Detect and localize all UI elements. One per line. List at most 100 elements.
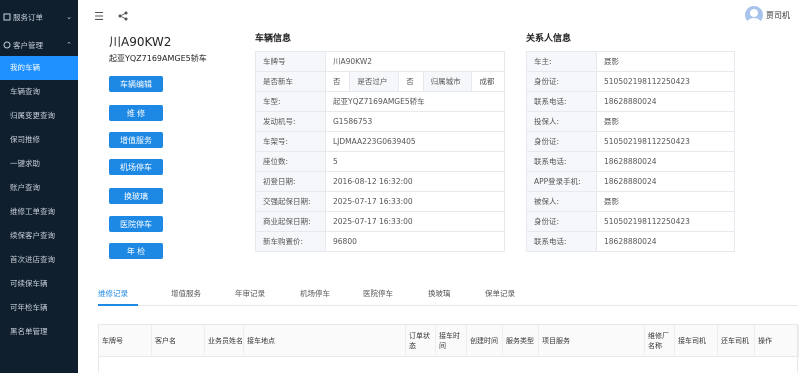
field-label: 初登日期: <box>255 171 326 192</box>
action-button[interactable]: 年 检 <box>109 243 163 259</box>
table-row: APP登录手机: 18628880024 <box>526 171 735 192</box>
records-table: 车牌号 客户名 业务员姓名 接车地点 订单状态 接车时间 创建时间 服务类型 项目服务 维修厂名称… <box>98 324 799 373</box>
sidebar-item[interactable]: 维修工单查询 <box>0 200 78 224</box>
record-tab[interactable]: 机场停车 <box>300 288 330 299</box>
field-value: 聂影 <box>596 111 735 132</box>
field-value: 成都 <box>471 71 505 92</box>
column-header: 接车地点 <box>244 325 406 357</box>
record-tab[interactable]: 维修记录 <box>98 288 128 299</box>
action-button[interactable]: 医院停车 <box>109 216 163 232</box>
table-row: 商业起保日期: 2025-07-17 16:33:00 <box>255 211 505 232</box>
field-label: 发动机号: <box>255 111 326 132</box>
column-header: 创建时间 <box>467 325 503 357</box>
table-row: 车主: 聂影 <box>526 51 735 72</box>
vehicle-info-table: 车牌号 川A90KW2 是否新车 否 是否过户 否 归属城市 成都 车型: 起亚Y… <box>255 51 505 252</box>
field-value: 18628880024 <box>596 151 735 172</box>
field-value: 510502198112250423 <box>596 71 735 92</box>
sidebar-item[interactable]: 归属变更查询 <box>0 104 78 128</box>
table-row: 身份证: 510502198112250423 <box>526 211 735 232</box>
table-row: 联系电话: 18628880024 <box>526 151 735 172</box>
field-value: G1586753 <box>325 111 505 132</box>
chevron-up-icon: ⌃ <box>66 41 72 49</box>
sidebar-item[interactable]: 账户查询 <box>0 176 78 200</box>
table-row: 是否新车 否 是否过户 否 归属城市 成都 <box>255 71 505 92</box>
field-value: 510502198112250423 <box>596 211 735 232</box>
sidebar-item[interactable]: 一键求助 <box>0 152 78 176</box>
field-label: 车架号: <box>255 131 326 152</box>
field-label: 投保人: <box>526 111 597 132</box>
record-tab[interactable]: 换玻璃 <box>428 288 451 299</box>
field-label: 身份证: <box>526 211 597 232</box>
sidebar-item[interactable]: 首次进店查询 <box>0 248 78 272</box>
field-value: 18628880024 <box>596 231 735 252</box>
table-row: 联系电话: 18628880024 <box>526 91 735 112</box>
field-value: 5 <box>325 151 505 172</box>
sidebar-item[interactable]: 我的车辆 <box>0 56 78 80</box>
sidebar-item[interactable]: 黑名单管理 <box>0 320 78 344</box>
user-menu[interactable]: 贾司机 <box>745 6 790 24</box>
user-avatar-icon <box>745 6 763 24</box>
field-label: 车牌号 <box>255 51 326 72</box>
table-row: 车型: 起亚YQZ7169AMGE5轿车 <box>255 91 505 112</box>
action-button[interactable]: 机场停车 <box>109 159 163 175</box>
table-row: 车牌号 川A90KW2 <box>255 51 505 72</box>
active-tab-indicator <box>98 304 138 306</box>
record-tab[interactable]: 保单记录 <box>485 288 515 299</box>
record-tabs: 维修记录 增值服务 年审记录 机场停车 医院停车 换玻璃 保单记录 <box>98 288 798 306</box>
field-label: 商业起保日期: <box>255 211 326 232</box>
field-label: 被保人: <box>526 191 597 212</box>
action-button[interactable]: 车辆编辑 <box>109 76 163 92</box>
share-icon[interactable] <box>116 9 130 23</box>
record-tab[interactable]: 年审记录 <box>235 288 265 299</box>
chevron-down-icon: ⌄ <box>66 13 72 21</box>
contacts-title: 关系人信息 <box>526 34 572 44</box>
table-row: 联系电话: 18628880024 <box>526 231 735 252</box>
column-header: 操作 <box>755 325 799 357</box>
sidebar-item[interactable]: 可年检车辆 <box>0 296 78 320</box>
sidebar-item[interactable]: 续保客户查询 <box>0 224 78 248</box>
column-header: 业务员姓名 <box>205 325 244 357</box>
sidebar-item-service-orders[interactable]: 服务订单 ⌄ <box>0 0 78 34</box>
field-value: 聂影 <box>596 191 735 212</box>
field-label: 身份证: <box>526 71 597 92</box>
table-row: 身份证: 510502198112250423 <box>526 71 735 92</box>
action-button[interactable]: 增值服务 <box>109 132 163 148</box>
table-row: 交强起保日期: 2025-07-17 16:33:00 <box>255 191 505 212</box>
table-row: 车架号: LJDMAA223G0639405 <box>255 131 505 152</box>
field-value: LJDMAA223G0639405 <box>325 131 505 152</box>
column-header: 接车时间 <box>436 325 467 357</box>
field-value: 起亚YQZ7169AMGE5轿车 <box>325 91 505 112</box>
column-header: 还车司机 <box>718 325 755 357</box>
field-label: 车型: <box>255 91 326 112</box>
field-label: 车主: <box>526 51 597 72</box>
action-button[interactable]: 换玻璃 <box>109 188 163 204</box>
column-header: 客户名 <box>152 325 205 357</box>
field-label: 新车购置价: <box>255 231 326 252</box>
column-header: 接车司机 <box>675 325 718 357</box>
table-row: 座位数: 5 <box>255 151 505 172</box>
field-value: 2025-07-17 16:33:00 <box>325 191 505 212</box>
sidebar-item[interactable]: 车辆查询 <box>0 80 78 104</box>
record-tab[interactable]: 医院停车 <box>363 288 393 299</box>
menu-fold-icon[interactable]: ☰ <box>92 9 106 23</box>
field-label: 是否新车 <box>255 71 326 92</box>
table-row: 身份证: 510502198112250423 <box>526 131 735 152</box>
field-value: 聂影 <box>596 51 735 72</box>
sidebar-item[interactable]: 保司推修 <box>0 128 78 152</box>
field-value: 510502198112250423 <box>596 131 735 152</box>
action-button[interactable]: 维 修 <box>109 105 163 121</box>
field-label: 座位数: <box>255 151 326 172</box>
field-label: 联系电话: <box>526 151 597 172</box>
field-value: 96800 <box>325 231 505 252</box>
field-value: 否 <box>398 71 424 92</box>
vehicle-model: 起亚YQZ7169AMGE5轿车 <box>109 54 207 63</box>
table-header: 车牌号 客户名 业务员姓名 接车地点 订单状态 接车时间 创建时间 服务类型 项目服务 维修厂名称… <box>99 325 799 357</box>
sidebar-item[interactable]: 可续保车辆 <box>0 272 78 296</box>
sidebar-section-customer[interactable]: 客户管理 ⌃ <box>0 34 78 56</box>
record-tab[interactable]: 增值服务 <box>171 288 201 299</box>
table-row: 发动机号: G1586753 <box>255 111 505 132</box>
field-label: APP登录手机: <box>526 171 597 192</box>
field-value: 川A90KW2 <box>325 51 505 72</box>
column-header: 维修厂名称 <box>645 325 675 357</box>
table-row: 初登日期: 2016-08-12 16:32:00 <box>255 171 505 192</box>
